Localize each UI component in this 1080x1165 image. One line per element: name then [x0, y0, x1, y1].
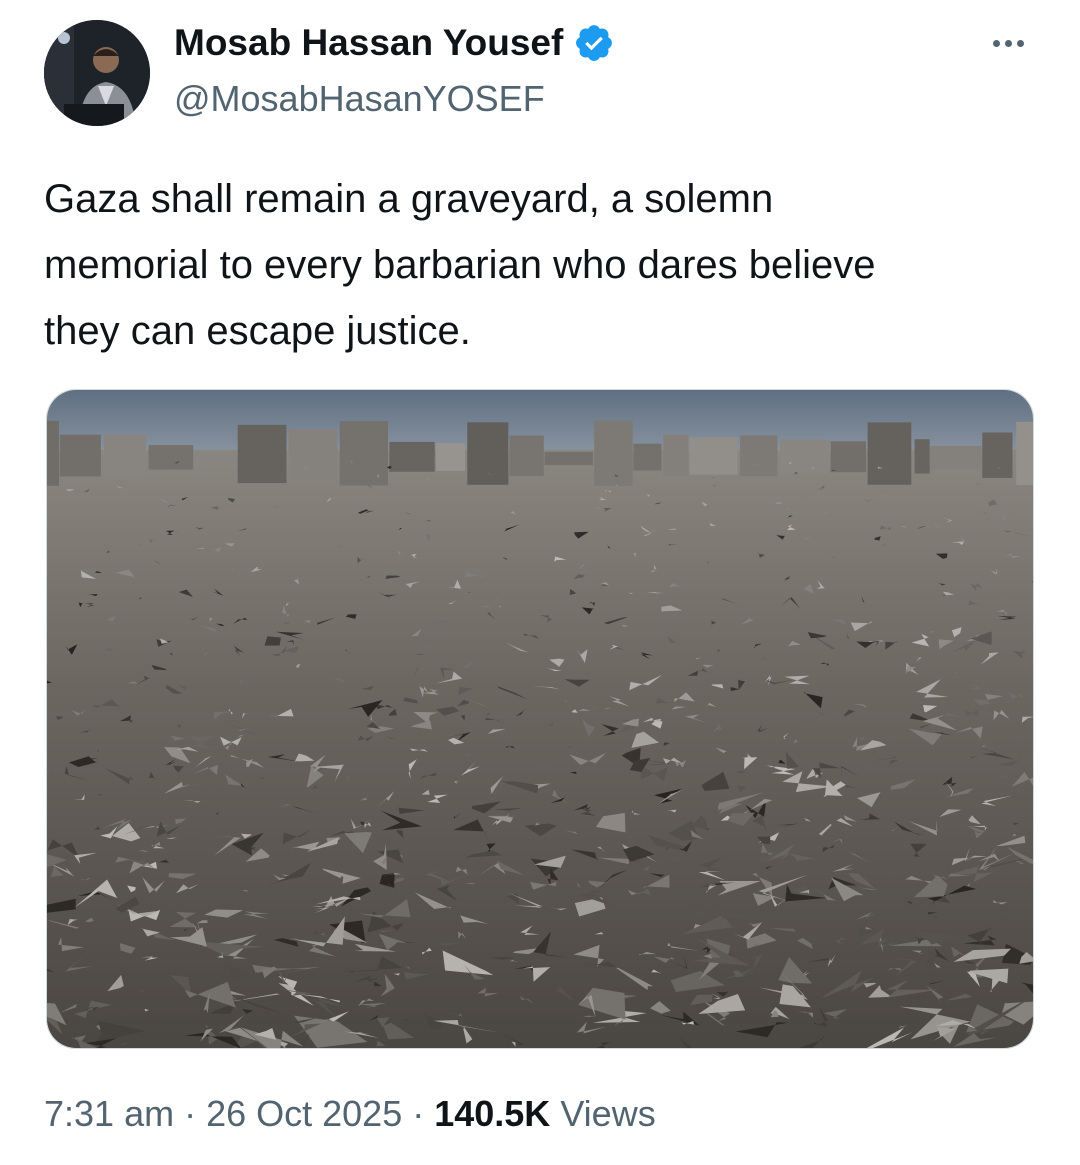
tweet-time[interactable]: 7:31 am — [44, 1093, 174, 1135]
author-name-row[interactable]: Mosab Hassan Yousef — [174, 22, 615, 64]
tweet-date[interactable]: 26 Oct 2025 — [206, 1093, 402, 1135]
meta-separator: · — [184, 1093, 197, 1134]
author-display-name[interactable]: Mosab Hassan Yousef — [174, 22, 563, 64]
avatar[interactable] — [44, 20, 150, 126]
author-handle[interactable]: @MosabHasanYOSEF — [174, 78, 545, 120]
views-label: Views — [560, 1093, 656, 1134]
profile-photo — [44, 20, 150, 126]
more-horizontal-icon — [1005, 40, 1012, 47]
tweet-media-photo[interactable] — [46, 389, 1034, 1049]
tweet-meta: 7:31 am · 26 Oct 2025 · 140.5K Views — [44, 1093, 656, 1135]
views-count: 140.5K — [434, 1093, 551, 1134]
more-horizontal-icon — [1017, 40, 1024, 47]
tweet-text: Gaza shall remain a graveyard, a solemn … — [44, 177, 876, 353]
more-options-button[interactable] — [987, 34, 1030, 53]
rubble-landscape-photo — [47, 390, 1033, 1048]
verified-badge-icon[interactable] — [573, 22, 615, 64]
more-horizontal-icon — [993, 40, 1000, 47]
meta-separator: · — [412, 1093, 425, 1134]
